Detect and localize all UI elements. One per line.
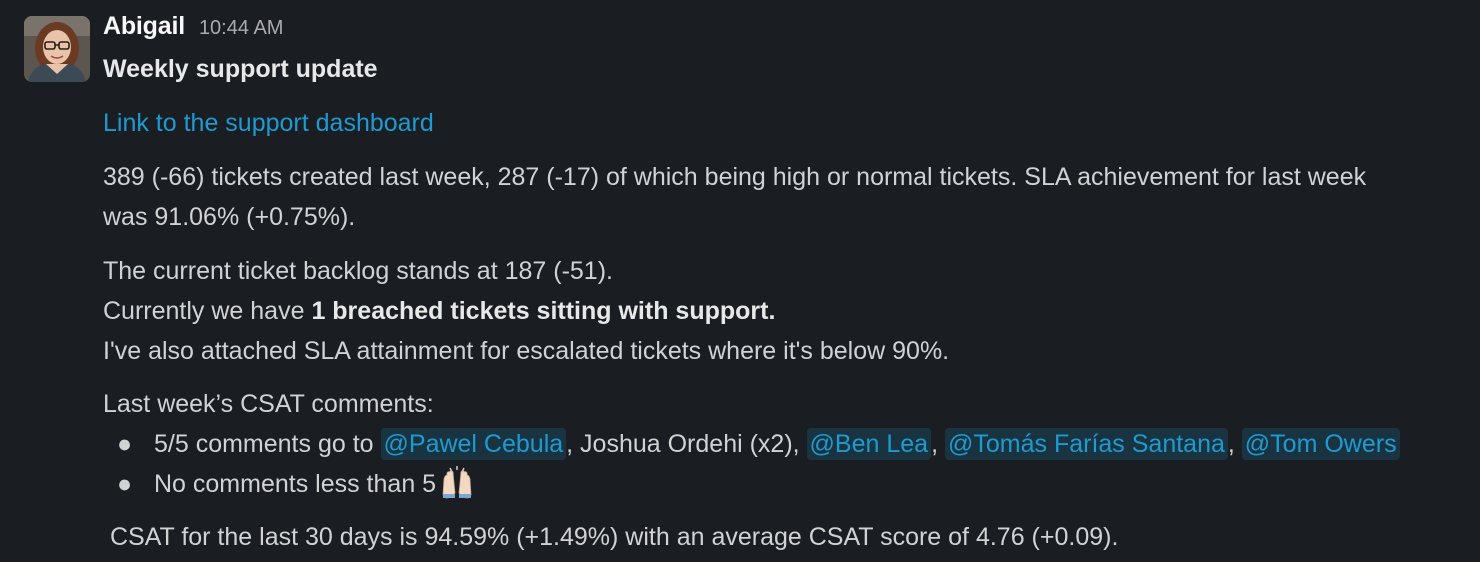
bullet-dot: ●: [117, 470, 133, 498]
breached-line: Currently we have 1 breached tickets sit…: [103, 291, 775, 331]
csat-30-day-summary: CSAT for the last 30 days is 94.59% (+1.…: [110, 523, 1119, 551]
bullet1-separator-2: ,: [931, 430, 945, 458]
backlog-line: The current ticket backlog stands at 187…: [103, 257, 613, 285]
mention-pawel-cebula[interactable]: @Pawel Cebula: [380, 428, 567, 460]
message-header: Abigail 10:44 AM: [103, 12, 283, 48]
author-name[interactable]: Abigail: [103, 12, 185, 41]
tickets-summary-line-1: 389 (-66) tickets created last week, 287…: [103, 163, 1367, 191]
bullet-dot: ●: [117, 430, 133, 458]
raised-hands-icon[interactable]: [440, 465, 474, 511]
tickets-summary-line-2: was 91.06% (+0.75%).: [103, 203, 356, 231]
bullet1-separator-3: ,: [1227, 430, 1242, 458]
timestamp[interactable]: 10:44 AM: [199, 17, 284, 40]
mention-tomas-farias-santana[interactable]: @Tomás Farías Santana: [944, 428, 1228, 460]
csat-comments-list: ● 5/5 comments go to @Pawel Cebula, Josh…: [103, 424, 1400, 504]
list-item: ● No comments less than 5: [103, 464, 1400, 504]
mention-tom-owers[interactable]: @Tom Owers: [1241, 428, 1400, 460]
bullet1-prefix: 5/5 comments go to: [154, 430, 381, 458]
mention-ben-lea[interactable]: @Ben Lea: [806, 428, 932, 460]
bullet1-separator-1: , Joshua Ordehi (x2),: [566, 430, 807, 458]
avatar-image: [24, 16, 90, 82]
csat-comments-heading: Last week’s CSAT comments:: [103, 390, 434, 418]
sla-attachment-line: I've also attached SLA attainment for es…: [103, 337, 950, 365]
message-title: Weekly support update: [103, 55, 378, 83]
bullet2-text: No comments less than 5: [154, 470, 437, 498]
list-item: ● 5/5 comments go to @Pawel Cebula, Josh…: [103, 424, 1400, 464]
breached-bold-text: 1 breached tickets sitting with support.: [311, 297, 776, 325]
support-dashboard-link[interactable]: Link to the support dashboard: [103, 103, 434, 143]
message: Abigail 10:44 AM Weekly support update L…: [0, 0, 1480, 562]
breached-prefix: Currently we have: [103, 297, 312, 325]
avatar[interactable]: [24, 16, 90, 82]
